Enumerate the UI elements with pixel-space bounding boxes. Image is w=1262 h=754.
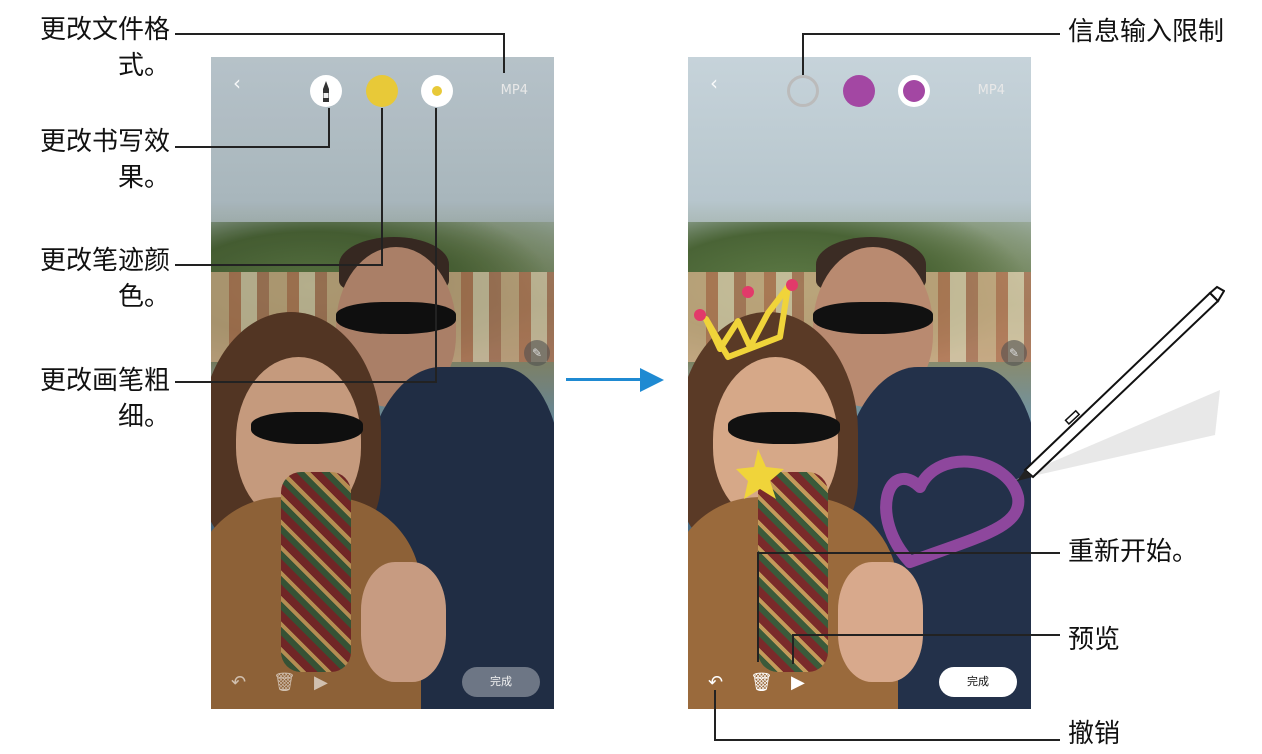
leader-line-color: [175, 264, 383, 266]
stylus-icon: [1015, 285, 1225, 481]
star-doodle: [736, 449, 784, 499]
crown-dot: [694, 309, 706, 321]
leader-line-restart-v: [757, 552, 759, 662]
back-icon[interactable]: ‹: [710, 71, 718, 95]
leader-line-size-v: [435, 108, 437, 383]
leader-line-color-v: [381, 108, 383, 266]
leader-line-format-v: [503, 33, 505, 73]
doodle-layer: [694, 279, 1025, 568]
leader-line-effect-v: [328, 108, 330, 148]
callout-preview: 预览: [1068, 625, 1121, 655]
pen-color-icon[interactable]: [366, 75, 398, 107]
pen-size-icon[interactable]: [898, 75, 930, 107]
transition-arrow-line: [566, 378, 646, 381]
pen-color-icon[interactable]: [843, 75, 875, 107]
pen-effect-icon[interactable]: [310, 75, 342, 107]
phone-screen-after: ‹ MP4 ✎ ↶ 🗑 ▶ 完成: [688, 57, 1031, 709]
callout-input-limit: 信息输入限制: [1068, 17, 1225, 47]
callout-file-format: 更改文件格 式。: [39, 15, 170, 81]
file-format-button[interactable]: MP4: [978, 83, 1005, 98]
play-icon[interactable]: ▶: [791, 672, 805, 693]
bottom-toolbar: ↶ 🗑 ▶ 完成: [211, 639, 554, 709]
callout-brush-size: 更改画笔粗 细。: [39, 366, 170, 432]
leader-line-size: [175, 381, 437, 383]
leader-line-preview-v: [792, 634, 794, 664]
leader-line-effect: [175, 146, 330, 148]
file-format-button[interactable]: MP4: [501, 83, 528, 98]
trash-icon[interactable]: 🗑: [750, 672, 773, 693]
leader-line-limit-v: [802, 33, 804, 75]
leader-line-undo-v: [714, 690, 716, 740]
callout-pen-color: 更改笔迹颜 色。: [39, 246, 170, 312]
callout-undo: 撤销: [1068, 719, 1121, 749]
leader-line-undo: [714, 739, 1060, 741]
side-panel-icon[interactable]: ✎: [524, 340, 550, 366]
trash-icon[interactable]: 🗑: [273, 672, 296, 693]
leader-line-limit: [802, 33, 1060, 35]
callout-writing-effect: 更改书写效 果。: [39, 127, 170, 193]
done-button[interactable]: 完成: [462, 667, 540, 697]
heart-doodle: [880, 455, 1025, 568]
bottom-toolbar: ↶ 🗑 ▶ 完成: [688, 639, 1031, 709]
pen-size-icon[interactable]: [421, 75, 453, 107]
undo-icon[interactable]: ↶: [231, 672, 246, 693]
timer-ring-icon: [787, 75, 819, 107]
play-icon[interactable]: ▶: [314, 672, 328, 693]
back-icon[interactable]: ‹: [233, 71, 241, 95]
leader-line-format: [175, 33, 505, 35]
crown-dot: [742, 286, 754, 298]
done-button[interactable]: 完成: [939, 667, 1017, 697]
leader-line-restart: [757, 552, 1060, 554]
callout-restart: 重新开始。: [1068, 537, 1199, 567]
transition-arrow-head: [640, 368, 664, 392]
leader-line-preview: [792, 634, 1060, 636]
crown-dot: [786, 279, 798, 291]
